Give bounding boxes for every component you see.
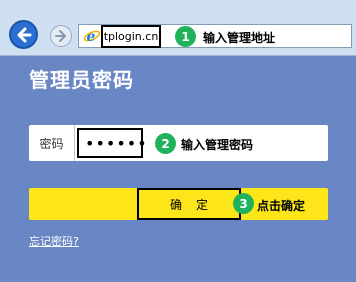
forgot-password-link[interactable]: 忘记密码? — [29, 233, 79, 249]
svg-text:e: e — [87, 29, 96, 45]
password-label: 密码 — [29, 125, 75, 161]
ie-browser-icon: e — [83, 29, 101, 45]
password-field-row: 密码 •••••• 2 输入管理密码 — [29, 125, 328, 161]
arrow-right-icon — [55, 30, 66, 42]
step-badge-2: 2 — [155, 133, 176, 154]
forward-button[interactable] — [50, 25, 72, 47]
arrow-left-icon — [17, 27, 31, 42]
step-badge-3: 3 — [233, 193, 254, 214]
confirm-button[interactable]: 确定 — [137, 188, 241, 220]
step-badge-1: 1 — [175, 26, 196, 47]
url-text[interactable]: tplogin.cn — [101, 25, 161, 48]
browser-toolbar: e tplogin.cn 1 输入管理地址 — [0, 0, 356, 56]
step-text-3: 点击确定 — [257, 199, 306, 213]
confirm-bar: 确定 3 点击确定 — [29, 188, 328, 220]
step-text-1: 输入管理地址 — [203, 31, 276, 45]
page-title: 管理员密码 — [29, 68, 134, 92]
password-input[interactable]: •••••• — [77, 128, 147, 158]
back-button[interactable] — [9, 20, 38, 49]
step-text-2: 输入管理密码 — [181, 138, 254, 152]
